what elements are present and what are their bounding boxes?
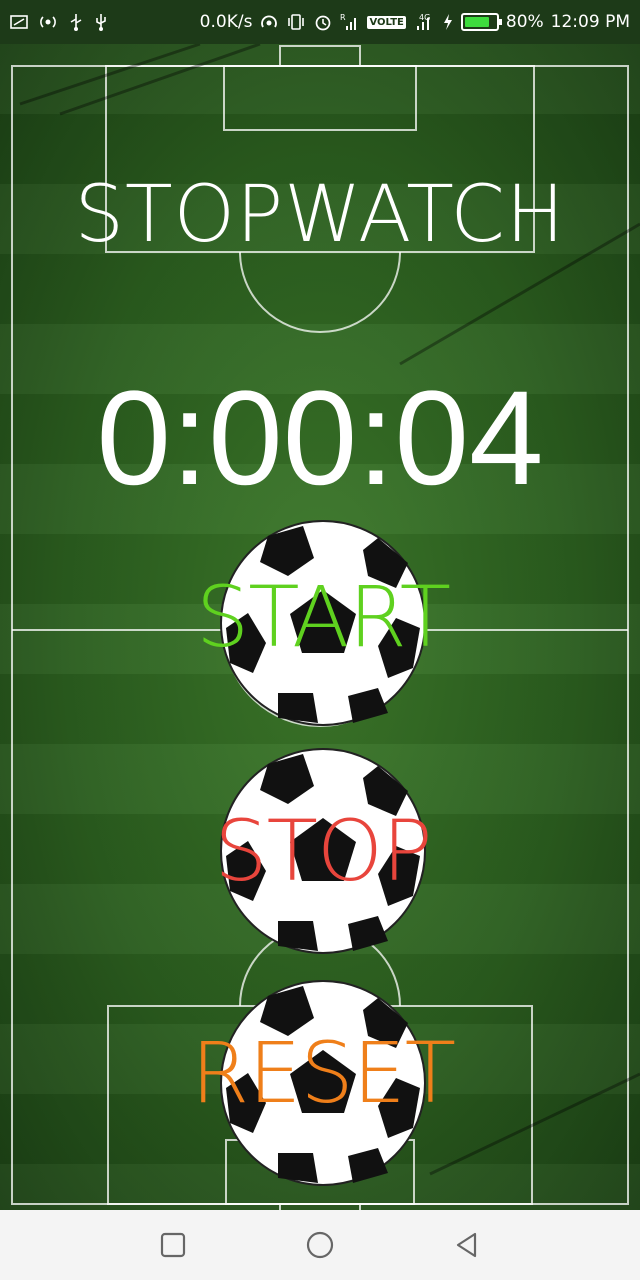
stop-button-label: STOP <box>214 802 432 900</box>
battery-icon <box>460 13 502 31</box>
back-button[interactable] <box>447 1225 487 1265</box>
elapsed-time-display: 0:00:04 <box>96 364 544 513</box>
screenshot-icon <box>10 11 28 33</box>
system-nav-bar <box>0 1210 640 1280</box>
start-button-label: START <box>195 568 451 666</box>
signal-icon-2: 4G <box>413 11 435 33</box>
reset-button[interactable]: RESET <box>191 978 456 1188</box>
circle-icon <box>306 1231 334 1259</box>
network-speed: 0.0K/s <box>199 12 253 32</box>
recents-button[interactable] <box>153 1225 193 1265</box>
square-icon <box>161 1232 186 1258</box>
vibrate-icon <box>286 11 306 33</box>
home-button[interactable] <box>300 1225 340 1265</box>
stop-button[interactable]: STOP <box>214 746 433 956</box>
volte-badge: VOLTE <box>367 15 406 29</box>
battery-percent: 80% <box>505 12 544 32</box>
usb-tether-icon <box>68 11 84 33</box>
clock: 12:09 PM <box>550 12 630 32</box>
reset-button-label: RESET <box>190 1024 456 1122</box>
nfc-icon <box>259 11 279 33</box>
soccer-field-background: STOPWATCH 0:00:04 START STOP RESET <box>0 44 640 1210</box>
signal-icon-1: R <box>340 11 360 33</box>
page-title: STOPWATCH <box>74 170 566 260</box>
status-bar: 0.0K/s R VOLTE 4G 80% 12:09 PM <box>0 0 640 44</box>
alarm-icon <box>313 11 333 33</box>
hotspot-icon <box>37 11 59 33</box>
start-button[interactable]: START <box>196 518 451 728</box>
charging-icon <box>442 11 454 33</box>
svg-text:R: R <box>340 13 346 22</box>
triangle-back-icon <box>456 1232 476 1258</box>
usb-icon <box>93 11 109 33</box>
